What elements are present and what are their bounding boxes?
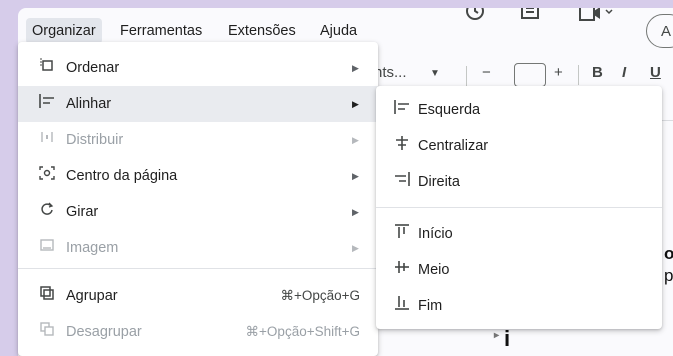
toolbar-divider-2 xyxy=(578,65,579,85)
align-top-icon xyxy=(392,216,412,252)
align-center-icon xyxy=(392,128,412,164)
menu-item-girar[interactable]: Girar ▶ xyxy=(18,194,378,230)
submenu-item-esquerda[interactable]: Esquerda xyxy=(376,92,662,128)
bold-button[interactable]: B xyxy=(592,64,603,81)
align-left-icon xyxy=(392,92,412,128)
submenu-divider xyxy=(376,207,662,208)
doc-text-fragment: i xyxy=(504,326,511,351)
group-icon xyxy=(38,278,56,314)
submenu-arrow-icon: ▶ xyxy=(352,207,359,217)
distribute-icon xyxy=(38,122,56,158)
submenu-item-inicio[interactable]: Início xyxy=(376,216,662,252)
ungroup-icon xyxy=(38,314,56,350)
comment-icon[interactable] xyxy=(520,8,542,30)
submenu-item-direita[interactable]: Direita xyxy=(376,164,662,200)
submenu-arrow-icon: ▶ xyxy=(352,171,359,181)
menu-item-ordenar[interactable]: Ordenar ▶ xyxy=(18,50,378,86)
submenu-arrow-icon: ▶ xyxy=(352,99,359,109)
image-icon xyxy=(38,230,56,266)
font-size-increase[interactable]: + xyxy=(554,64,563,81)
doc-text-fragment: o xyxy=(664,244,673,263)
video-icon[interactable] xyxy=(578,8,614,30)
menu-item-desagrupar[interactable]: Desagrupar ⌘+Opção+Shift+G xyxy=(18,314,378,350)
menu-item-imagem[interactable]: Imagem ▶ xyxy=(18,230,378,266)
menu-divider xyxy=(18,268,378,269)
toolbar-divider xyxy=(466,66,467,86)
rotate-icon xyxy=(38,194,56,230)
submenu-item-fim[interactable]: Fim xyxy=(376,288,662,324)
align-right-icon xyxy=(392,164,412,200)
center-page-icon xyxy=(38,158,56,194)
submenu-item-centralizar[interactable]: Centralizar xyxy=(376,128,662,164)
organizar-dropdown: Ordenar ▶ Alinhar ▶ Distribuir ▶ Centro … xyxy=(18,42,378,356)
align-middle-icon xyxy=(392,252,412,288)
doc-text-fragment: p xyxy=(664,266,673,285)
align-bottom-icon xyxy=(392,288,412,324)
small-arrow-icon: ▸ xyxy=(494,330,500,341)
font-size-input[interactable] xyxy=(514,63,546,87)
font-dropdown-icon[interactable]: ▼ xyxy=(430,68,440,79)
italic-button[interactable]: I xyxy=(622,64,626,81)
menu-item-centro-da-pagina[interactable]: Centro da página ▶ xyxy=(18,158,378,194)
submenu-arrow-icon: ▶ xyxy=(352,243,359,253)
submenu-arrow-icon: ▶ xyxy=(352,63,359,73)
order-icon xyxy=(38,50,56,86)
underline-button[interactable]: U xyxy=(650,64,661,81)
history-icon[interactable] xyxy=(464,8,486,30)
account-avatar[interactable]: A xyxy=(646,14,673,48)
menu-item-alinhar[interactable]: Alinhar ▶ xyxy=(18,86,378,122)
submenu-arrow-icon: ▶ xyxy=(352,135,359,145)
font-size-decrease[interactable]: − xyxy=(482,64,491,81)
menu-item-distribuir[interactable]: Distribuir ▶ xyxy=(18,122,378,158)
font-name[interactable]: nts... xyxy=(374,64,407,81)
submenu-item-meio[interactable]: Meio xyxy=(376,252,662,288)
shortcut-label: ⌘+Opção+Shift+G xyxy=(245,324,360,339)
shortcut-label: ⌘+Opção+G xyxy=(280,288,360,303)
align-icon xyxy=(38,86,56,122)
menu-item-agrupar[interactable]: Agrupar ⌘+Opção+G xyxy=(18,278,378,314)
alinhar-submenu: Esquerda Centralizar Direita Início Meio… xyxy=(376,86,662,329)
